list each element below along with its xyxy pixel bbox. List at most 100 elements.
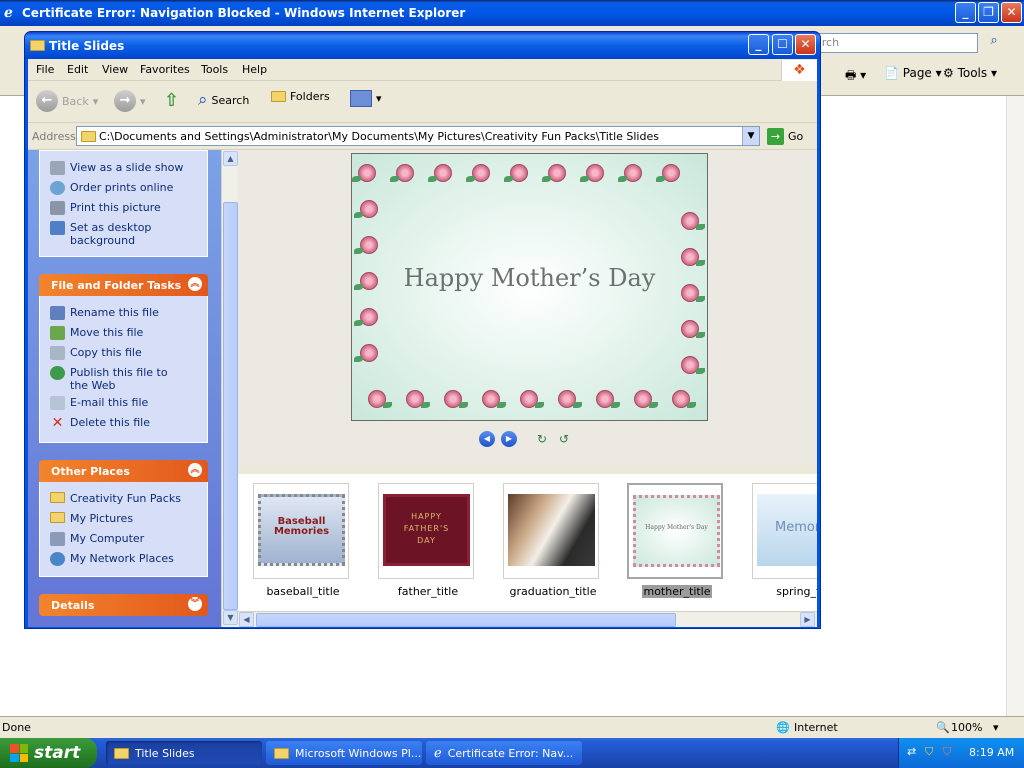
- clock: 8:19 AM: [969, 746, 1015, 759]
- alert-shield-icon[interactable]: ⛉: [943, 745, 951, 759]
- place-creativity-fun-packs[interactable]: Creativity Fun Packs: [50, 492, 181, 505]
- rotate-clockwise-icon[interactable]: ↻: [534, 431, 550, 447]
- ie-window-title: Certificate Error: Navigation Blocked - …: [22, 6, 466, 20]
- back-arrow-icon: ←: [36, 90, 58, 112]
- ie-search-input[interactable]: arch: [810, 33, 978, 53]
- task-delete[interactable]: ✕ Delete this file: [50, 416, 150, 430]
- desktop-icon: [50, 221, 65, 235]
- search-icon[interactable]: ⌕: [984, 33, 1004, 53]
- menu-view[interactable]: View: [102, 63, 128, 76]
- task-rename[interactable]: Rename this file: [50, 306, 159, 320]
- thumbnail-spring-title[interactable]: Memorie spring_tit: [752, 483, 817, 598]
- taskbar-button-ie[interactable]: ℯ Certificate Error: Nav...: [426, 741, 582, 765]
- thumbnail-graduation-title[interactable]: graduation_title: [503, 483, 603, 598]
- task-copy[interactable]: Copy this file: [50, 346, 142, 360]
- tools-menu[interactable]: ⚙ Tools ▾: [943, 66, 997, 80]
- menu-favorites[interactable]: Favorites: [140, 63, 190, 76]
- collapse-chevron-icon[interactable]: ︽: [188, 463, 202, 477]
- rotate-counterclockwise-icon[interactable]: ↺: [556, 431, 572, 447]
- task-pane-scrollbar[interactable]: ▲ ▼: [221, 150, 238, 627]
- close-button[interactable]: ✕: [1001, 2, 1022, 23]
- leaf-decoration: [352, 176, 361, 182]
- expand-chevron-icon[interactable]: ︾: [188, 597, 202, 611]
- menu-help[interactable]: Help: [242, 63, 267, 76]
- leaf-decoration: [656, 176, 665, 182]
- ie-vertical-scrollbar[interactable]: [1006, 96, 1024, 716]
- menu-file[interactable]: File: [36, 63, 54, 76]
- menu-tools[interactable]: Tools: [201, 63, 228, 76]
- filmstrip-scrollbar[interactable]: ◀ ▶: [238, 611, 817, 627]
- scroll-right-arrow-icon[interactable]: ▶: [800, 612, 815, 627]
- views-button[interactable]: ▾: [350, 90, 382, 107]
- thumbnail-mother-title[interactable]: Happy Mother's Day mother_title: [627, 483, 727, 598]
- scroll-left-arrow-icon[interactable]: ◀: [239, 612, 254, 627]
- previous-image-button[interactable]: ◀: [479, 431, 495, 447]
- zoom-level[interactable]: 100%: [951, 721, 982, 734]
- mother-thumb-image: Happy Mother's Day: [633, 495, 720, 567]
- pictures-folder-icon: [50, 512, 65, 523]
- thumbnail-father-title[interactable]: HAPPY FATHER'S DAY father_title: [378, 483, 478, 598]
- file-folder-tasks-header[interactable]: File and Folder Tasks ︽: [39, 274, 208, 296]
- place-my-pictures[interactable]: My Pictures: [50, 512, 133, 525]
- filmstrip: Baseball Memories baseball_title HAPPY F…: [238, 474, 817, 611]
- forward-button[interactable]: → ▾: [114, 90, 146, 112]
- network-tray-icon[interactable]: ⇄: [907, 745, 916, 758]
- explorer-minimize-button[interactable]: _: [748, 34, 769, 55]
- folders-button[interactable]: Folders: [271, 90, 330, 103]
- leaf-decoration: [383, 402, 392, 408]
- preview-nav: ◀ ▶: [479, 431, 517, 447]
- print-icon[interactable]: 🖶 ▾: [845, 66, 866, 87]
- address-input[interactable]: C:\Documents and Settings\Administrator\…: [76, 126, 760, 146]
- up-folder-button[interactable]: ⇧: [164, 90, 179, 111]
- place-my-computer[interactable]: My Computer: [50, 532, 144, 546]
- ie-logo-icon: ℯ: [4, 5, 13, 21]
- leaf-decoration: [696, 332, 705, 338]
- order-prints-icon: [50, 181, 65, 195]
- leaf-decoration: [504, 176, 513, 182]
- other-places-header[interactable]: Other Places ︽: [39, 460, 208, 482]
- task-email[interactable]: E-mail this file: [50, 396, 148, 410]
- explorer-maximize-button[interactable]: ☐: [772, 34, 793, 55]
- taskbar-button-media-player[interactable]: Microsoft Windows Pl...: [266, 741, 422, 765]
- leaf-decoration: [354, 284, 363, 290]
- collapse-chevron-icon[interactable]: ︽: [188, 277, 202, 291]
- security-shield-icon[interactable]: ⛉: [925, 745, 933, 759]
- details-header[interactable]: Details ︾: [39, 594, 208, 616]
- search-button[interactable]: ⌕ Search: [198, 90, 249, 110]
- page-menu[interactable]: 📄 Page ▾: [884, 66, 942, 80]
- zoom-dropdown-icon[interactable]: ▾: [993, 721, 999, 734]
- minimize-button[interactable]: _: [955, 2, 976, 23]
- ie-titlebar: ℯ Certificate Error: Navigation Blocked …: [0, 0, 1024, 26]
- start-button[interactable]: start: [0, 738, 97, 768]
- task-publish[interactable]: Publish this file to the Web: [50, 366, 175, 392]
- task-slide-show[interactable]: View as a slide show: [50, 161, 183, 175]
- back-button[interactable]: ← Back ▾: [36, 90, 98, 112]
- leaf-decoration: [696, 368, 705, 374]
- menu-edit[interactable]: Edit: [67, 63, 88, 76]
- task-print-picture[interactable]: Print this picture: [50, 201, 161, 215]
- thumbnail-baseball-title[interactable]: Baseball Memories baseball_title: [253, 483, 353, 598]
- taskbar-button-title-slides[interactable]: Title Slides: [106, 741, 262, 765]
- leaf-decoration: [421, 402, 430, 408]
- place-my-network-places[interactable]: My Network Places: [50, 552, 174, 566]
- task-move[interactable]: Move this file: [50, 326, 143, 340]
- go-arrow-icon: →: [767, 128, 784, 145]
- leaf-decoration: [354, 212, 363, 218]
- explorer-title: Title Slides: [49, 39, 125, 53]
- task-set-desktop-background[interactable]: Set as desktop background: [50, 221, 165, 247]
- windows-flag-icon: [10, 744, 28, 762]
- horizontal-scroll-thumb[interactable]: [256, 613, 676, 627]
- go-button[interactable]: → Go: [767, 128, 803, 145]
- scroll-down-arrow-icon[interactable]: ▼: [223, 610, 238, 625]
- address-dropdown-icon[interactable]: ▼: [742, 127, 759, 145]
- maximize-button[interactable]: ❐: [978, 2, 999, 23]
- scroll-thumb[interactable]: [223, 202, 238, 610]
- leaf-decoration: [611, 402, 620, 408]
- task-order-prints[interactable]: Order prints online: [50, 181, 173, 195]
- leaf-decoration: [466, 176, 475, 182]
- leaf-decoration: [354, 356, 363, 362]
- scroll-up-arrow-icon[interactable]: ▲: [223, 151, 238, 166]
- explorer-close-button[interactable]: ✕: [795, 34, 816, 55]
- next-image-button[interactable]: ▶: [501, 431, 517, 447]
- taskbar: start Title Slides Microsoft Windows Pl.…: [0, 738, 1024, 768]
